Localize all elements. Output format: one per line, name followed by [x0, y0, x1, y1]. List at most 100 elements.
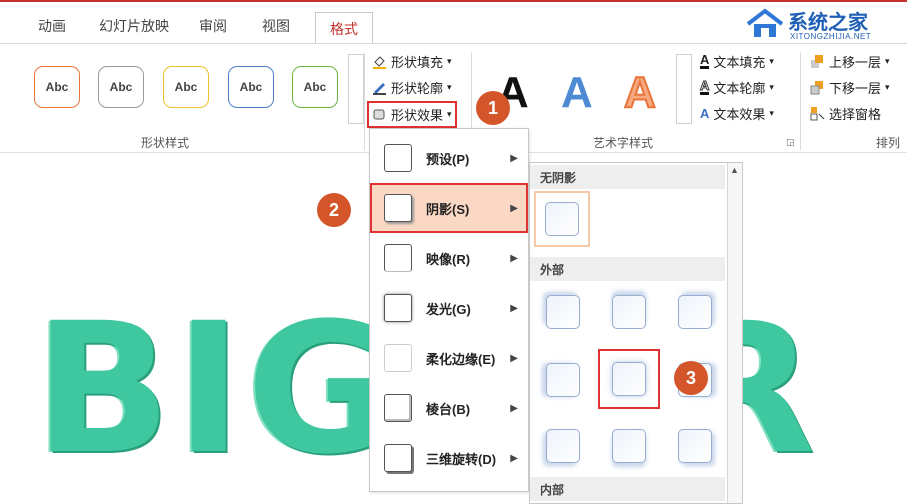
- shadow-option-outer-7[interactable]: [546, 429, 580, 463]
- shape-effects-menu: 预设(P) ▶ 阴影(S) ▶ 映像(R) ▶ 发光(G) ▶ 柔化边缘(E) …: [369, 128, 529, 492]
- shadow-option-outer-3[interactable]: [678, 295, 712, 329]
- dropdown-arrow-icon: ▾: [885, 82, 890, 92]
- shadow-option-outer-9[interactable]: [678, 429, 712, 463]
- submenu-arrow-icon: ▶: [510, 402, 518, 414]
- shape-style-gray[interactable]: Abc: [98, 66, 144, 108]
- dropdown-arrow-icon: ▾: [769, 82, 774, 92]
- menu-item-label: 柔化边缘(E): [426, 351, 496, 367]
- shape-effects-button[interactable]: 形状效果 ▾: [367, 101, 457, 128]
- text-effects-label: 文本效果: [713, 107, 766, 122]
- submenu-arrow-icon: ▶: [510, 452, 518, 464]
- shape-style-orange[interactable]: Abc: [34, 66, 80, 108]
- soft-edges-icon: [384, 344, 412, 372]
- step-badge-1: 1: [476, 91, 510, 125]
- submenu-scrollbar[interactable]: ▲: [727, 163, 742, 503]
- submenu-arrow-icon: ▶: [510, 252, 518, 264]
- outer-header: 外部: [530, 257, 725, 281]
- shadow-thumb-icon: [545, 202, 579, 236]
- submenu-arrow-icon: ▶: [510, 302, 518, 314]
- step-badge-2: 2: [317, 193, 351, 227]
- selection-pane-icon: [810, 107, 825, 121]
- text-fill-button[interactable]: A 文本填充 ▾: [700, 52, 774, 71]
- bevel-icon: [384, 394, 412, 422]
- menu-item-label: 预设(P): [426, 151, 470, 167]
- no-shadow-header: 无阴影: [530, 165, 725, 189]
- arrange-group-label: 排列: [876, 136, 901, 150]
- shadow-icon: [384, 194, 412, 222]
- house-icon: [746, 8, 784, 37]
- glow-icon: [384, 294, 412, 322]
- shape-style-gallery-scroll[interactable]: [348, 54, 364, 124]
- menu-item-reflection[interactable]: 映像(R) ▶: [370, 233, 528, 283]
- shape-fill-button[interactable]: 形状填充 ▾: [372, 52, 452, 71]
- watermark-title: 系统之家: [788, 12, 868, 34]
- shape-styles-group-label: 形状样式: [141, 136, 190, 150]
- send-backward-button[interactable]: 下移一层 ▾: [810, 78, 890, 97]
- shape-effects-icon: [373, 109, 385, 120]
- selection-pane-button[interactable]: 选择窗格: [810, 104, 881, 123]
- submenu-arrow-icon: ▶: [510, 152, 518, 164]
- dropdown-arrow-icon: ▾: [447, 82, 452, 92]
- send-backward-label: 下移一层: [829, 81, 882, 96]
- shape-fill-label: 形状填充: [391, 55, 444, 70]
- dropdown-arrow-icon: ▾: [447, 109, 452, 119]
- submenu-arrow-icon: ▶: [510, 352, 518, 364]
- menu-item-label: 阴影(S): [426, 201, 470, 217]
- shadow-option-outer-4[interactable]: [546, 363, 580, 397]
- tab-animation[interactable]: 动画: [38, 16, 66, 36]
- shape-outline-button[interactable]: 形状轮廓 ▾: [372, 78, 452, 97]
- scroll-up-icon[interactable]: ▲: [730, 165, 739, 175]
- wordart-blue[interactable]: A: [561, 68, 593, 118]
- dropdown-arrow-icon: ▾: [769, 56, 774, 66]
- shape-effects-label: 形状效果: [391, 108, 444, 123]
- menu-item-label: 发光(G): [426, 301, 471, 317]
- separator: [800, 52, 801, 150]
- selection-pane-label: 选择窗格: [829, 107, 882, 122]
- paint-bucket-icon: [373, 56, 386, 69]
- text-outline-label: 文本轮廓: [713, 81, 766, 96]
- tab-slideshow[interactable]: 幻灯片放映: [99, 16, 169, 36]
- pen-icon: [373, 83, 386, 95]
- text-effects-icon: A: [700, 106, 710, 121]
- menu-item-label: 三维旋转(D): [426, 451, 497, 467]
- shape-style-gold[interactable]: Abc: [163, 66, 209, 108]
- shadow-option-outer-2[interactable]: [612, 295, 646, 329]
- dropdown-arrow-icon: ▾: [769, 108, 774, 118]
- dropdown-arrow-icon: ▾: [447, 56, 452, 66]
- shadow-option-outer-8[interactable]: [612, 429, 646, 463]
- watermark-subtitle: XITONGZHIJIA.NET: [790, 32, 872, 41]
- tab-view[interactable]: 视图: [262, 16, 290, 36]
- menu-item-bevel[interactable]: 棱台(B) ▶: [370, 383, 528, 433]
- shape-style-green[interactable]: Abc: [292, 66, 338, 108]
- shape-style-blue[interactable]: Abc: [228, 66, 274, 108]
- shadow-option-outer-5[interactable]: [598, 349, 660, 409]
- menu-item-shadow[interactable]: 阴影(S) ▶: [370, 183, 528, 233]
- shadow-option-none[interactable]: [534, 191, 590, 247]
- separator: [364, 52, 365, 150]
- text-outline-button[interactable]: A 文本轮廓 ▾: [699, 78, 774, 97]
- 3d-rotation-icon: [384, 444, 412, 472]
- send-backward-icon: [810, 81, 823, 95]
- dialog-launcher-icon[interactable]: ◲: [786, 137, 795, 148]
- text-effects-button[interactable]: A 文本效果 ▾: [700, 104, 774, 123]
- title-accent-line: [0, 0, 907, 2]
- wordart-orange[interactable]: A: [623, 67, 657, 118]
- menu-item-label: 映像(R): [426, 251, 471, 267]
- menu-item-preset[interactable]: 预设(P) ▶: [370, 133, 528, 183]
- bring-forward-button[interactable]: 上移一层 ▾: [810, 52, 890, 71]
- menu-item-glow[interactable]: 发光(G) ▶: [370, 283, 528, 333]
- bring-forward-icon: [811, 55, 823, 68]
- bring-forward-label: 上移一层: [829, 55, 882, 70]
- shadow-thumb-icon: [612, 362, 646, 396]
- submenu-arrow-icon: ▶: [510, 202, 518, 214]
- wordart-gallery-scroll[interactable]: [676, 54, 692, 124]
- menu-item-3d-rotation[interactable]: 三维旋转(D) ▶: [370, 433, 528, 483]
- reflection-icon: [384, 244, 412, 272]
- preset-icon: [384, 144, 412, 172]
- shadow-option-outer-1[interactable]: [546, 295, 580, 329]
- text-fill-label: 文本填充: [713, 55, 766, 70]
- tab-review[interactable]: 审阅: [199, 16, 227, 36]
- inner-header: 内部: [530, 477, 725, 501]
- menu-item-soft-edges[interactable]: 柔化边缘(E) ▶: [370, 333, 528, 383]
- step-badge-3: 3: [674, 361, 708, 395]
